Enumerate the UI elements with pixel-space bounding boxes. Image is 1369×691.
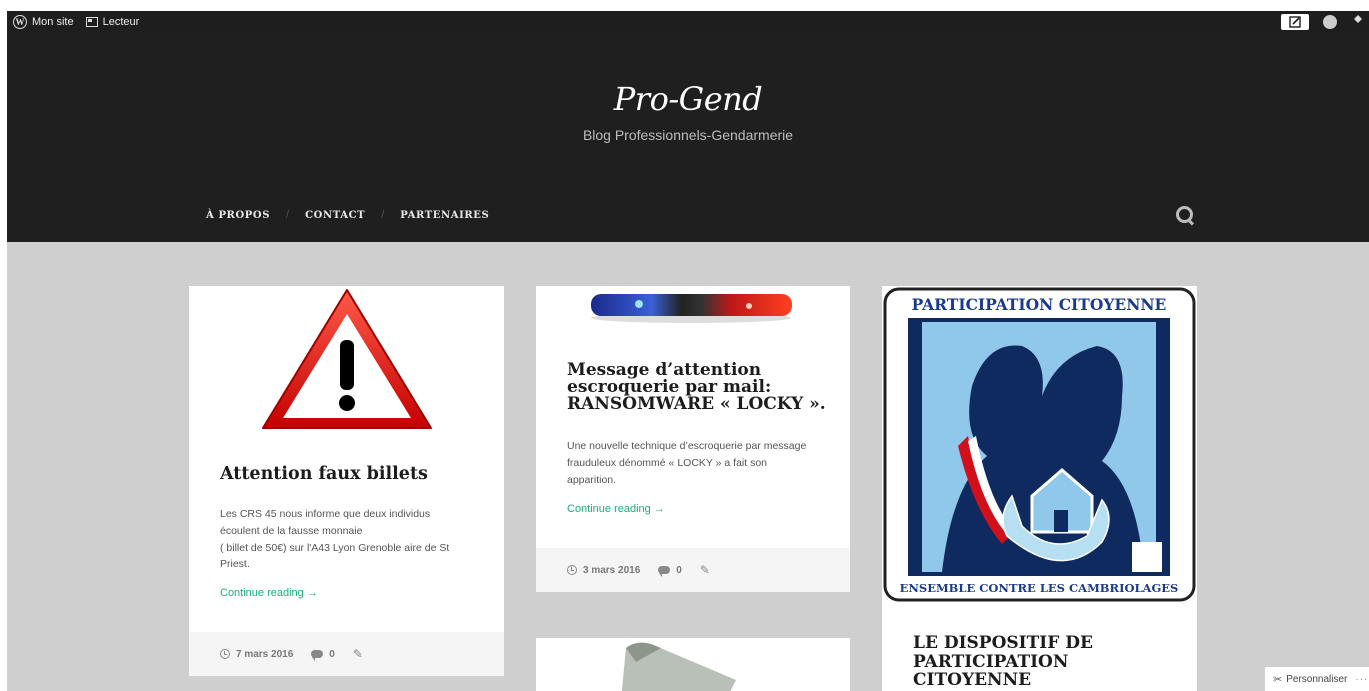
participation-citoyenne-poster[interactable]: PARTICIPATION CITOYENNE ENSEMBLE CONTRE … (882, 286, 1197, 604)
my-site-link[interactable]: W Mon site (13, 14, 74, 29)
post-meta: 3 mars 2016 0 ✎ (536, 548, 850, 592)
post-excerpt: Une nouvelle technique d’escroquerie par… (567, 438, 827, 488)
left-margin (0, 0, 7, 691)
my-site-label: Mon site (32, 15, 74, 28)
edit-icon[interactable]: ✎ (700, 563, 710, 577)
avatar[interactable] (1323, 14, 1337, 29)
camera-image[interactable] (616, 640, 756, 691)
nav-separator: / (286, 209, 290, 221)
post-card (536, 638, 850, 691)
nav-item-contact[interactable]: CONTACT (305, 210, 365, 221)
post-date[interactable]: 3 mars 2016 (583, 565, 640, 576)
reader-link[interactable]: Lecteur (85, 15, 140, 28)
poster-bottom-text: ENSEMBLE CONTRE LES CAMBRIOLAGES (900, 581, 1179, 595)
customize-button[interactable]: ✂ Personnaliser ··· (1265, 667, 1369, 691)
excerpt-line: frauduleux dénommé « LOCKY » a fait son (567, 456, 768, 469)
title-line: RANSOMWARE « LOCKY ». (567, 394, 826, 414)
clock-icon (567, 565, 577, 575)
comment-count[interactable]: 0 (676, 565, 682, 576)
pencil-icon (1289, 15, 1301, 28)
post-title[interactable]: Message d’attention escroquerie par mail… (567, 362, 829, 413)
title-line: LE DISPOSITIF DE (913, 633, 1093, 653)
title-line: PARTICIPATION (913, 651, 1069, 672)
main-nav: À PROPOS / CONTACT / PARTENAIRES (206, 209, 489, 221)
post-title[interactable]: Attention faux billets (220, 465, 480, 484)
excerpt-line: écoulent de la fausse monnaie (220, 524, 363, 537)
post-date[interactable]: 7 mars 2016 (236, 649, 293, 660)
post-card: Attention faux billets Les CRS 45 nous i… (189, 286, 504, 676)
top-margin (0, 0, 1369, 11)
warning-triangle-image[interactable] (261, 288, 433, 433)
excerpt-line: ( billet de 50€) sur l'A43 Lyon Grenoble… (220, 541, 450, 554)
reader-label: Lecteur (102, 15, 140, 28)
comment-icon (311, 650, 324, 661)
customize-label: Personnaliser (1286, 673, 1348, 685)
site-header: Pro-Gend Blog Professionnels-Gendarmerie… (7, 32, 1369, 242)
nav-separator: / (381, 209, 385, 221)
search-icon[interactable] (1176, 206, 1194, 224)
clock-icon (220, 649, 230, 659)
post-card: Message d’attention escroquerie par mail… (536, 286, 850, 592)
post-excerpt: Les CRS 45 nous informe que deux individ… (220, 506, 475, 573)
excerpt-line: apparition. (567, 473, 617, 486)
wordpress-icon: W (13, 14, 27, 29)
nav-item-about[interactable]: À PROPOS (206, 210, 270, 221)
comment-icon (658, 566, 671, 577)
more-icon[interactable]: ··· (1355, 674, 1368, 685)
police-lightbar-image[interactable] (589, 288, 794, 324)
excerpt-line: Les CRS 45 nous informe que deux individ… (220, 508, 431, 520)
notifications-icon[interactable] (1351, 14, 1363, 29)
poster-top-text: PARTICIPATION CITOYENNE (912, 295, 1167, 314)
excerpt-line: Priest. (220, 558, 250, 571)
write-post-button[interactable] (1281, 13, 1309, 30)
excerpt-line: Une nouvelle technique d’escroquerie par… (567, 440, 807, 452)
site-description: Blog Professionnels-Gendarmerie (582, 127, 794, 143)
admin-bar: W Mon site Lecteur (7, 11, 1369, 32)
edit-icon[interactable]: ✎ (353, 647, 363, 661)
continue-reading-link[interactable]: Continue reading → (220, 587, 318, 599)
admin-bar-right (1281, 13, 1369, 30)
continue-reading-link[interactable]: Continue reading → (567, 503, 665, 515)
post-meta: 7 mars 2016 0 ✎ (189, 632, 504, 676)
site-title[interactable]: Pro-Gend (7, 80, 1369, 118)
post-card: PARTICIPATION CITOYENNE ENSEMBLE CONTRE … (882, 286, 1197, 691)
comment-count[interactable]: 0 (329, 649, 335, 660)
nav-item-partners[interactable]: PARTENAIRES (400, 210, 489, 221)
reader-icon (85, 16, 98, 27)
post-title[interactable]: LE DISPOSITIF DE PARTICIPATION CITOYENNE (913, 634, 1153, 690)
tools-icon: ✂ (1273, 673, 1283, 686)
title-line: CITOYENNE (913, 670, 1032, 691)
